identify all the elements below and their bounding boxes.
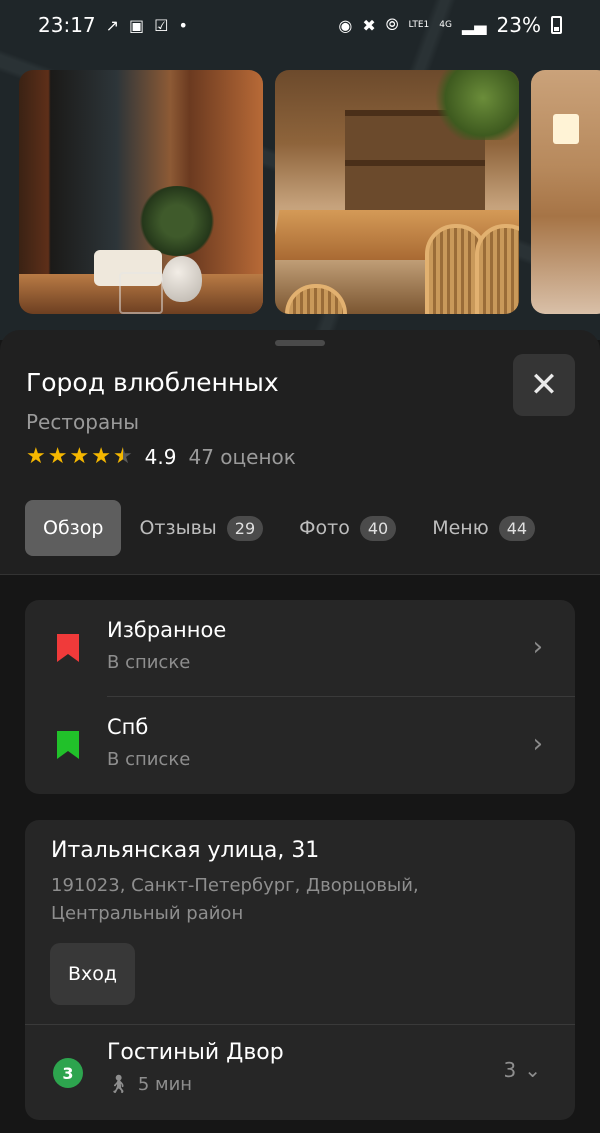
tab-label: Отзывы (139, 517, 217, 539)
battery-icon (551, 16, 562, 34)
battery-percent: 23% (496, 13, 541, 37)
star-icon: ★ (91, 444, 111, 469)
chevron-right-icon: › (532, 729, 543, 759)
place-category: Рестораны (26, 410, 140, 434)
lte-label: LTE1 (408, 19, 430, 30)
more-stations-toggle[interactable]: 3 ⌄ (504, 1058, 542, 1082)
mute-icon: ✖ (362, 15, 376, 35)
list-status: В списке (107, 652, 191, 673)
tab-menu[interactable]: Меню 44 (414, 500, 553, 556)
place-card-sheet: Город влюбленных ✕ Рестораны ★ ★ ★ ★ ★ 4… (0, 330, 600, 1133)
close-button[interactable]: ✕ (513, 354, 575, 416)
star-icon: ★ (26, 444, 46, 469)
palm-decoration (429, 70, 519, 140)
missed-call-icon: ↗ (105, 15, 120, 35)
divider (25, 1024, 575, 1025)
signal-icon: ▂▄ (461, 15, 487, 35)
rating-value: 4.9 (144, 444, 177, 469)
tab-label: Фото (299, 517, 350, 539)
photo-carousel[interactable] (19, 70, 600, 314)
list-item-spb[interactable]: Спб В списке › (25, 697, 575, 793)
lamp-decoration (553, 114, 579, 144)
list-name: Избранное (107, 618, 227, 642)
bookmark-icon (57, 731, 79, 759)
walk-time: 🚶︎ 5 мин (107, 1074, 192, 1095)
bookmark-icon (57, 634, 79, 662)
place-photo[interactable] (19, 70, 263, 314)
address-card: Итальянская улица, 31 191023, Санкт-Пете… (25, 820, 575, 1120)
chair-decoration (475, 224, 519, 314)
chevron-right-icon: › (532, 632, 543, 662)
tab-photos[interactable]: Фото 40 (281, 500, 414, 556)
half-star-icon: ★ (112, 444, 133, 469)
plant-decoration (137, 186, 217, 256)
dot-icon: • (178, 15, 188, 35)
network-label: 4G (439, 19, 452, 30)
saved-lists-card: Избранное В списке › Спб В списке › (25, 600, 575, 794)
place-photo[interactable] (531, 70, 600, 314)
tab-count-badge: 29 (226, 515, 264, 541)
sheet-grabber[interactable] (275, 340, 325, 346)
list-name: Спб (107, 715, 149, 739)
tab-count-badge: 40 (359, 515, 397, 541)
check-icon: ☑ (154, 15, 169, 35)
glass-decoration (119, 272, 163, 314)
status-time: 23:17 (38, 13, 96, 37)
hotspot-icon: ⦾ (385, 15, 399, 34)
tab-label: Обзор (43, 517, 104, 539)
tab-label: Меню (432, 517, 489, 539)
place-photo[interactable] (275, 70, 519, 314)
entrance-button[interactable]: Вход (50, 943, 135, 1005)
rating-stars: ★ ★ ★ ★ ★ (26, 444, 133, 469)
tab-bar: Обзор Отзывы 29 Фото 40 Меню 44 (25, 500, 553, 556)
gallery-icon: ▣ (129, 15, 145, 35)
tab-overview[interactable]: Обзор (25, 500, 122, 556)
rating-row[interactable]: ★ ★ ★ ★ ★ 4.9 47 оценок (26, 444, 296, 469)
walk-time-value: 5 мин (137, 1074, 193, 1095)
rating-count[interactable]: 47 оценок (188, 445, 295, 469)
star-icon: ★ (47, 444, 68, 469)
star-icon: ★ (69, 444, 90, 469)
list-item-favorites[interactable]: Избранное В списке › (25, 600, 575, 697)
walking-icon: 🚶︎ (107, 1074, 130, 1095)
alarm-icon: ◉ (338, 15, 353, 35)
chevron-down-icon: ⌄ (524, 1058, 541, 1082)
place-title: Город влюбленных (26, 368, 279, 397)
address-details: 191023, Санкт-Петербург, Дворцовый, Цент… (51, 875, 419, 924)
list-status: В списке (107, 749, 191, 770)
metro-station[interactable]: Гостиный Двор (107, 1040, 284, 1065)
vase-decoration (162, 256, 202, 302)
metro-line-badge: 3 (53, 1058, 83, 1088)
tab-count-badge: 44 (498, 515, 536, 541)
address-street[interactable]: Итальянская улица, 31 (51, 838, 319, 863)
more-stations-count: 3 (503, 1058, 517, 1082)
status-bar: 23:17 ↗ ▣ ☑ • ◉ ✖ ⦾ LTE1 4G ▂▄ 23% (0, 0, 600, 50)
chair-decoration (285, 284, 347, 314)
tab-reviews[interactable]: Отзывы 29 (121, 500, 281, 556)
close-icon: ✕ (529, 365, 559, 405)
